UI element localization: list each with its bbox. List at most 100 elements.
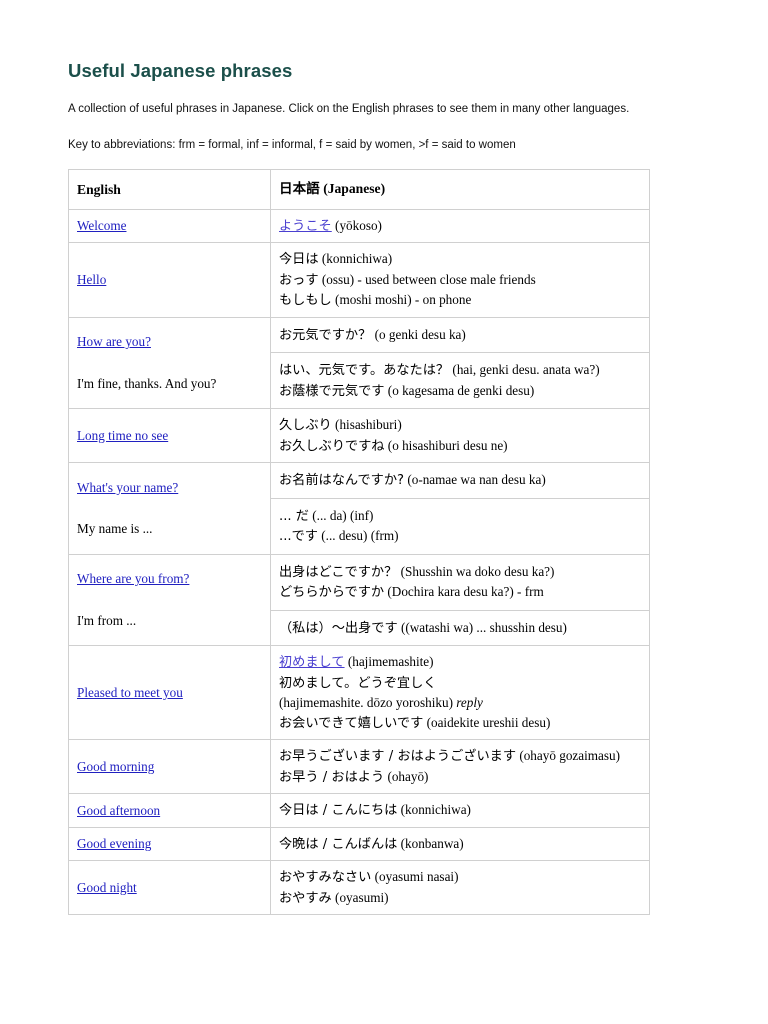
japanese-phrase-line: 今晩は / こんばんは (konbanwa) (279, 834, 642, 855)
romaji-text: (... desu) (frm) (317, 528, 399, 543)
japanese-phrase-group: はい、元気です。あなたは？ (hai, genki desu. anata wa… (271, 353, 649, 408)
romaji-text: (o-namae wa nan desu ka) (404, 472, 546, 487)
phrase-english-cell: Pleased to meet you (68, 645, 271, 740)
english-phrase-text: My name is ... (77, 521, 153, 537)
japanese-phrase-line: 初めまして (hajimemashite) (279, 652, 642, 673)
japanese-text: お会いできて嬉しいです (279, 715, 424, 731)
table-row: Hello 今日は (konnichiwa) おっす (ossu) - used b… (68, 242, 650, 318)
romaji-text: (oyasumi nasai) (371, 869, 459, 884)
japanese-text: 今日は (279, 252, 319, 267)
english-phrase-link[interactable]: Where are you from? (77, 569, 263, 589)
japanese-phrase-group: お元気ですか？ (o genki desu ka) (271, 318, 649, 353)
japanese-phrase-link[interactable]: ようこそ (279, 219, 332, 234)
phrase-english-cell: Good evening (68, 826, 271, 861)
japanese-text: お早う / おはよう (279, 769, 385, 785)
japanese-text: ...です (279, 529, 318, 544)
phrase-english-cell: What's your name? My name is ... (68, 462, 271, 555)
romaji-text: (hajimemashite. dōzo yoroshiku) (279, 695, 457, 710)
japanese-phrase-line: お名前はなんですか? (o-namae wa nan desu ka) (279, 470, 642, 491)
japanese-phrase-line: お蔭様で元気です (o kagesama de genki desu) (279, 381, 642, 402)
phrase-japanese-cell: おやすみなさい (oyasumi nasai) おやすみ (oyasumi) (270, 860, 650, 915)
table-row: Welcome ようこそ (yōkoso) (68, 208, 650, 243)
english-phrase-link[interactable]: How are you? (77, 332, 263, 352)
japanese-phrase-line: おやすみなさい (oyasumi nasai) (279, 867, 642, 888)
japanese-phrase-group: （私は）〜出身です ((watashi wa) ... shusshin des… (271, 611, 649, 646)
table-row: How are you? I'm fine, thanks. And you? お元… (68, 316, 650, 409)
japanese-phrase-line: はい、元気です。あなたは？ (hai, genki desu. anata wa… (279, 360, 642, 381)
english-phrase-link[interactable]: Hello (77, 270, 263, 290)
english-phrase-stack: Welcome (77, 216, 263, 236)
table-row: Good afternoon 今日は / こんにちは (konnichiwa) (68, 793, 650, 828)
column-header-english: English (68, 169, 271, 210)
japanese-text: 今日は / こんにちは (279, 803, 398, 818)
japanese-phrase-group: おやすみなさい (oyasumi nasai) おやすみ (oyasumi) (279, 867, 642, 908)
table-header-row: English 日本語 (Japanese) (68, 169, 650, 210)
japanese-text: お蔭様で元気です (279, 383, 385, 399)
japanese-phrase-group: 初めまして (hajimemashite) 初めまして。どうぞ宜しく (hajime… (279, 652, 642, 733)
romaji-text: (o genki desu ka) (371, 326, 466, 342)
english-phrase-link[interactable]: Good night (77, 878, 263, 898)
table-row: Good morning お早うございます / おはようございます (ohayō … (68, 739, 650, 794)
japanese-phrase-line: ...です (... desu) (frm) (279, 526, 642, 547)
japanese-phrase-line: 出身はどこですか？ (Shusshin wa doko desu ka?) (279, 562, 642, 583)
english-phrase-text: I'm from ... (77, 612, 137, 628)
japanese-phrase-line: 今日は (konnichiwa) (279, 249, 642, 270)
english-phrase-text: I'm fine, thanks. And you? (77, 375, 217, 391)
romaji-text: (konnichiwa) (318, 251, 393, 266)
japanese-phrase-line: 初めまして。どうぞ宜しく (279, 673, 642, 694)
japanese-phrase-line: お会いできて嬉しいです (oaidekite ureshii desu) (279, 713, 642, 734)
english-phrase-link[interactable]: Pleased to meet you (77, 683, 263, 703)
column-header-japanese-label: (Japanese) (323, 181, 386, 196)
japanese-phrase-group: ようこそ (yōkoso) (279, 216, 642, 237)
romaji-text: (oyasumi) (331, 889, 389, 905)
japanese-phrase-line: （私は）〜出身です ((watashi wa) ... shusshin des… (279, 618, 642, 639)
romaji-text: (konbanwa) (397, 835, 464, 851)
english-phrase-link[interactable]: What's your name? (77, 478, 263, 498)
phrase-english-cell: Welcome (68, 208, 271, 243)
english-phrase-link[interactable]: Good morning (77, 757, 263, 777)
japanese-phrase-line: 久しぶり (hisashiburi) (279, 415, 642, 436)
page-title: Useful Japanese phrases (68, 60, 293, 81)
english-phrase-stack: Good afternoon (77, 801, 263, 821)
japanese-text: （私は）〜出身です (279, 620, 398, 636)
japanese-phrase-line: お早う / おはよう (ohayō) (279, 767, 642, 788)
phrase-english-cell: Where are you from? I'm from ... (68, 553, 271, 646)
japanese-text: 出身はどこですか？ (279, 564, 398, 580)
japanese-phrase-group: 今晩は / こんばんは (konbanwa) (279, 834, 642, 855)
japanese-phrase-line: どちらからですか (Dochira kara desu ka?) - frm (279, 582, 642, 603)
japanese-phrase-line: お元気ですか？ (o genki desu ka) (279, 325, 642, 346)
document-content: Useful Japanese phrases A collection of … (68, 60, 664, 915)
phrase-japanese-cell: 久しぶり (hisashiburi) お久しぶりですね (o hisashibur… (270, 408, 650, 463)
japanese-phrase-group: 今日は (konnichiwa) おっす (ossu) - used betwee… (279, 249, 642, 311)
phrases-table: English 日本語 (Japanese) Welcome ようこそ (yōko… (68, 169, 650, 915)
japanese-phrase-line: もしもし (moshi moshi) - on phone (279, 290, 642, 311)
english-phrase-link[interactable]: Good afternoon (77, 801, 263, 821)
japanese-text: どちらからですか (279, 585, 385, 600)
romaji-text: (Dochira kara desu ka?) - frm (384, 584, 544, 599)
english-phrase-stack: How are you? I'm fine, thanks. And you? (77, 332, 263, 393)
english-phrase-stack: Good morning (77, 757, 263, 777)
japanese-phrase-line: おっす (ossu) - used between close male fri… (279, 270, 642, 291)
japanese-phrase-line: 今日は / こんにちは (konnichiwa) (279, 800, 642, 821)
japanese-text: もしもし (279, 293, 332, 308)
english-phrase-stack: Good night (77, 878, 263, 898)
english-phrase-stack: Pleased to meet you (77, 683, 263, 703)
japanese-phrase-group: お名前はなんですか? (o-namae wa nan desu ka) (271, 463, 649, 499)
phrase-japanese-cell: 初めまして (hajimemashite) 初めまして。どうぞ宜しく (hajime… (270, 645, 650, 740)
japanese-text: 久しぶり (279, 418, 332, 433)
english-phrase-link[interactable]: Good evening (77, 834, 263, 854)
japanese-phrase-link[interactable]: 初めまして (279, 655, 345, 670)
intro-paragraph: A collection of useful phrases in Japane… (68, 103, 630, 115)
romaji-text: ((watashi wa) ... shusshin desu) (397, 619, 567, 635)
romaji-text: (yōkoso) (331, 217, 382, 233)
table-row: What's your name? My name is ... お名前はなんですか… (68, 462, 650, 555)
romaji-text: (hisashiburi) (331, 417, 402, 432)
japanese-text: 初めまして。どうぞ宜しく (279, 675, 437, 691)
english-phrase-link[interactable]: Welcome (77, 216, 263, 236)
english-phrase-link[interactable]: Long time no see (77, 426, 263, 446)
reply-annotation: reply (456, 695, 483, 710)
japanese-text: お早うございます / おはようございます (279, 749, 517, 764)
table-row: Long time no see 久しぶり (hisashiburi) お久しぶりで… (68, 408, 650, 463)
japanese-text: 今晩は / こんばんは (279, 836, 398, 852)
japanese-phrase-group: ... だ (... da) (inf) ...です (... desu) (fr… (271, 499, 649, 554)
